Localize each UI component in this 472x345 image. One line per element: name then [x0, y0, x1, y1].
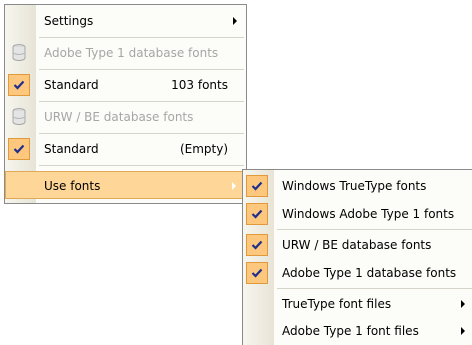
database-icon — [12, 108, 26, 128]
font-count-label: (Empty) — [179, 142, 228, 156]
menu-separator — [39, 165, 244, 166]
menu-separator — [39, 69, 244, 70]
font-count-label: 103 fonts — [171, 78, 228, 92]
menu-item-label: TrueType font files — [282, 297, 392, 311]
submenu-arrow-icon — [233, 17, 237, 25]
checkmark-icon — [246, 262, 268, 284]
context-menu: Settings Adobe Type 1 database fonts Sta… — [4, 4, 247, 204]
submenu-arrow-icon — [461, 300, 465, 308]
menu-item-label: Windows TrueType fonts — [282, 179, 427, 193]
use-fonts-submenu: Windows TrueType fonts Windows Adobe Typ… — [242, 169, 472, 345]
checkmark-icon — [246, 175, 268, 197]
menu-item-label: Adobe Type 1 font files — [282, 324, 419, 338]
menu-item-label: Adobe Type 1 database fonts — [282, 266, 457, 280]
menu-separator — [39, 133, 244, 134]
checkmark-icon — [246, 234, 268, 256]
submenu-item-truetype-files[interactable]: TrueType font files — [243, 290, 472, 318]
submenu-item-adobe-type1-database[interactable]: Adobe Type 1 database fonts — [243, 259, 472, 287]
menu-separator — [39, 37, 244, 38]
menu-item-use-fonts[interactable]: Use fonts — [5, 171, 246, 199]
submenu-item-windows-truetype[interactable]: Windows TrueType fonts — [243, 172, 472, 200]
submenu-arrow-icon — [461, 327, 465, 335]
checkmark-icon — [8, 74, 30, 96]
database-icon — [12, 44, 26, 64]
submenu-item-adobe-type1-files[interactable]: Adobe Type 1 font files — [243, 317, 472, 345]
menu-header-adobe-type1-database: Adobe Type 1 database fonts — [5, 39, 246, 67]
menu-header-urw-be-database: URW / BE database fonts — [5, 103, 246, 131]
submenu-item-windows-adobe-type1[interactable]: Windows Adobe Type 1 fonts — [243, 200, 472, 228]
menu-item-adobe-standard[interactable]: Standard 103 fonts — [5, 71, 246, 99]
menu-item-label: Standard — [44, 142, 99, 156]
checkmark-icon — [8, 138, 30, 160]
menu-item-urw-standard[interactable]: Standard (Empty) — [5, 135, 246, 163]
menu-item-label: Windows Adobe Type 1 fonts — [282, 207, 455, 221]
menu-item-label: URW / BE database fonts — [44, 110, 194, 124]
submenu-item-urw-be-database[interactable]: URW / BE database fonts — [243, 231, 472, 259]
menu-separator — [277, 288, 472, 289]
menu-item-settings[interactable]: Settings — [5, 7, 246, 35]
menu-item-label: Use fonts — [44, 179, 101, 193]
menu-item-label: URW / BE database fonts — [282, 238, 432, 252]
menu-separator — [39, 101, 244, 102]
menu-item-label: Standard — [44, 78, 99, 92]
menu-separator — [277, 229, 472, 230]
submenu-arrow-icon — [232, 182, 236, 190]
checkmark-icon — [246, 203, 268, 225]
menu-item-label: Adobe Type 1 database fonts — [44, 46, 219, 60]
menu-item-label: Settings — [44, 14, 94, 28]
